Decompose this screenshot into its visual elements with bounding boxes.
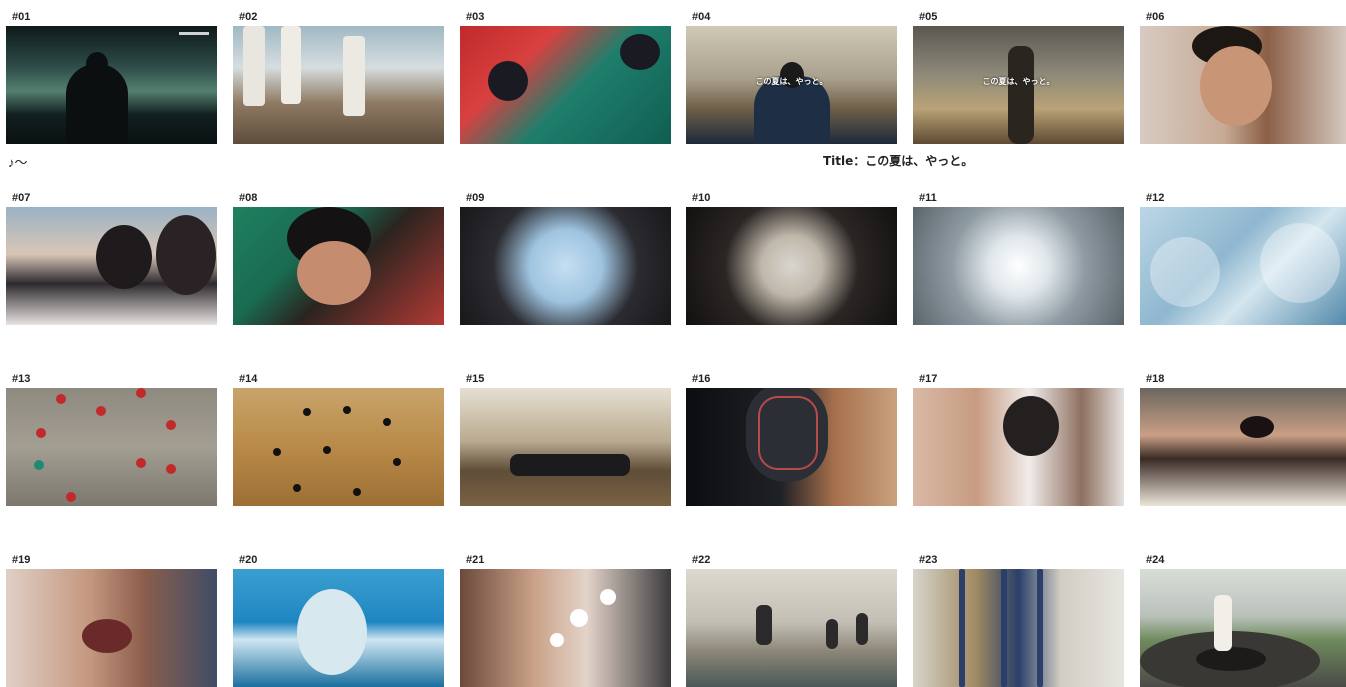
frame-image xyxy=(233,207,444,325)
frame-number: #17 xyxy=(919,373,938,385)
frame-number: #15 xyxy=(466,373,485,385)
title-caption: Title：この夏は、やっと。 xyxy=(823,154,974,168)
frame-image xyxy=(460,388,671,506)
frame-number: #02 xyxy=(239,11,258,23)
frame-image: この夏は、やっと。 xyxy=(913,26,1124,144)
frame-number: #09 xyxy=(466,192,485,204)
frame-image xyxy=(233,388,444,506)
frame-number: #07 xyxy=(12,192,31,204)
frame-image xyxy=(686,207,897,325)
frame-image xyxy=(686,569,897,687)
frame-image xyxy=(686,388,897,506)
frame-number: #01 xyxy=(12,11,31,23)
music-note-caption: ♪～ xyxy=(8,155,28,170)
frame-image xyxy=(913,207,1124,325)
frame-number: #12 xyxy=(1146,192,1165,204)
frame-number: #13 xyxy=(12,373,31,385)
frame-image xyxy=(913,569,1124,687)
frame-image xyxy=(1140,569,1346,687)
frame-image xyxy=(1140,207,1346,325)
frame-number: #05 xyxy=(919,11,938,23)
frame-number: #22 xyxy=(692,554,711,566)
title-overlay: この夏は、やっと。 xyxy=(755,76,828,86)
frame-number: #23 xyxy=(919,554,938,566)
frame-number: #21 xyxy=(466,554,485,566)
frame-image xyxy=(913,388,1124,506)
frame-image xyxy=(460,569,671,687)
logo-icon xyxy=(179,32,209,35)
frame-image: この夏は、やっと。 xyxy=(686,26,897,144)
frame-image xyxy=(6,207,217,325)
frame-image xyxy=(6,388,217,506)
frame-number: #18 xyxy=(1146,373,1165,385)
frame-image xyxy=(1140,26,1346,144)
title-overlay: この夏は、やっと。 xyxy=(982,76,1055,86)
frame-image xyxy=(233,26,444,144)
frame-number: #06 xyxy=(1146,11,1165,23)
frame-image xyxy=(1140,388,1346,506)
frame-number: #10 xyxy=(692,192,711,204)
frame-image xyxy=(6,26,217,144)
frame-number: #24 xyxy=(1146,554,1165,566)
frame-image xyxy=(460,207,671,325)
frame-image xyxy=(233,569,444,687)
frame-number: #08 xyxy=(239,192,258,204)
frame-number: #16 xyxy=(692,373,711,385)
frame-number: #19 xyxy=(12,554,31,566)
frame-number: #20 xyxy=(239,554,258,566)
frame-image xyxy=(6,569,217,687)
frame-number: #11 xyxy=(919,192,937,204)
frame-number: #03 xyxy=(466,11,485,23)
frame-number: #04 xyxy=(692,11,711,23)
frame-image xyxy=(460,26,671,144)
frame-number: #14 xyxy=(239,373,258,385)
